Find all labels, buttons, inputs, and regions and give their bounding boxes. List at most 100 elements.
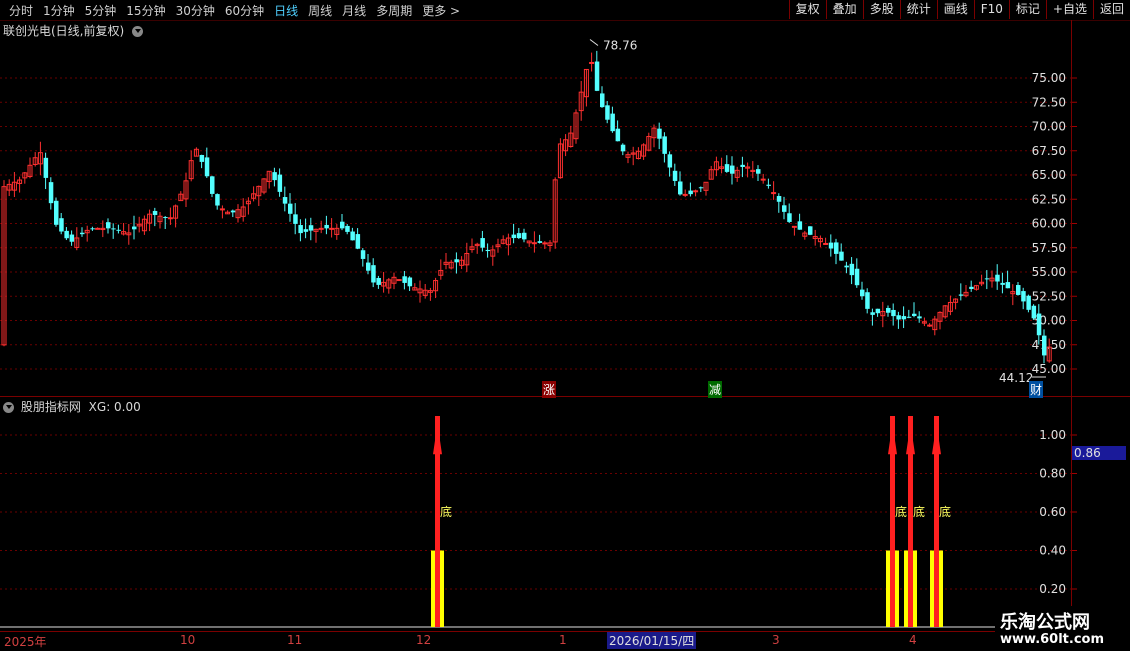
candle-down [1005, 282, 1011, 289]
candle-down [1042, 335, 1047, 356]
cai-marker[interactable]: 财 [1029, 381, 1044, 398]
candle-down [839, 251, 844, 261]
candle-down [870, 312, 875, 315]
price-axis-border [1071, 20, 1072, 632]
signal-label: 底 [440, 504, 452, 519]
cursor-date: 2026/01/15/四 [607, 632, 697, 649]
watermark-url: www.60lt.com [1000, 632, 1105, 647]
candle-down [886, 307, 891, 313]
candle-up [791, 225, 797, 228]
signal-label: 底 [913, 504, 925, 519]
price-tick-label: 45.00 [1032, 362, 1066, 376]
candle-up [589, 61, 595, 64]
candle-down [360, 250, 366, 259]
candle-down [90, 228, 95, 230]
candle-down [906, 316, 912, 318]
price-tick-label: 52.50 [1032, 289, 1066, 303]
candle-down [917, 316, 922, 319]
signal-arrow-icon [932, 423, 941, 455]
candle-down [600, 93, 605, 108]
time-axis-label: 3 [772, 633, 780, 647]
candle-down [371, 265, 376, 283]
indicator-dropdown-icon[interactable] [3, 402, 14, 413]
candle-down [522, 232, 527, 240]
candle-down [516, 233, 522, 239]
watermark-title: 乐淘公式网 [1000, 612, 1090, 633]
candle-down [678, 181, 683, 195]
candle-down [667, 154, 673, 168]
candle-down [958, 294, 964, 296]
candle-up [531, 242, 537, 245]
signal-label: 底 [895, 504, 907, 519]
candle-down [366, 262, 371, 271]
candle-down [672, 170, 678, 181]
candle-down [69, 234, 75, 242]
candle-up [318, 227, 324, 230]
jian-marker[interactable]: 减 [708, 381, 723, 398]
candle-down [787, 213, 792, 222]
time-axis-label: 10 [180, 633, 196, 647]
candle-down [891, 309, 896, 317]
time-axis-label: 12 [416, 633, 432, 647]
indicator-tick-label: 0.60 [1039, 505, 1066, 519]
candle-down [111, 228, 116, 230]
candle-down [376, 277, 381, 285]
candle-down [1016, 285, 1021, 295]
candle-down [454, 259, 459, 263]
indicator-title-row: 股朋指标网 XG: 0.00 [3, 398, 141, 415]
candle-down [293, 214, 298, 224]
candle-up [771, 192, 777, 195]
candle-down [756, 169, 761, 174]
candle-down [657, 128, 662, 139]
indicator-tick-label: 1.00 [1039, 428, 1066, 442]
candle-down [54, 200, 59, 225]
candle-down [610, 113, 615, 132]
candle-down [969, 286, 974, 290]
candle-down [605, 105, 610, 120]
high-price-label: 78.76 [603, 39, 637, 53]
candle-up [682, 193, 688, 196]
candle-down [808, 226, 813, 235]
candle-down [345, 225, 350, 232]
candle-down [730, 165, 735, 174]
price-tick-label: 57.50 [1032, 241, 1066, 255]
candle-down [1031, 305, 1037, 319]
candle-down [277, 174, 283, 192]
candle-down [875, 308, 881, 314]
candle-up [760, 178, 766, 181]
candle-up [329, 227, 335, 230]
candle-down [152, 210, 158, 215]
indicator-tick-label: 0.20 [1039, 582, 1066, 596]
candle-down [776, 196, 782, 202]
candle-down [797, 221, 803, 230]
candle-down [230, 210, 236, 213]
pane-divider[interactable] [0, 396, 1130, 397]
candle-down [350, 231, 355, 241]
candle-down [766, 184, 771, 186]
candle-down [298, 225, 303, 234]
indicator-tick-label: 0.80 [1039, 467, 1066, 481]
time-axis-label: 1 [559, 633, 567, 647]
price-tick-label: 55.00 [1032, 265, 1066, 279]
candle-down [59, 218, 64, 232]
candle-down [308, 225, 314, 231]
candle-down [594, 61, 600, 91]
candle-down [724, 164, 730, 172]
candle-up [95, 227, 101, 230]
candle-down [698, 187, 704, 189]
candle-down [782, 205, 787, 212]
price-tick-label: 50.00 [1032, 314, 1066, 328]
chart-canvas[interactable]: 75.00 72.50 70.00 67.50 65.00 62.50 60.00 57.50… [0, 0, 1130, 650]
candle-down [896, 315, 901, 320]
indicator-tick-label: 0.40 [1039, 544, 1066, 558]
time-axis-label: 2025年 [4, 635, 47, 649]
candle-down [402, 276, 407, 283]
price-tick-label: 70.00 [1032, 120, 1066, 134]
candle-down [834, 242, 839, 254]
time-axis-label: 4 [909, 633, 917, 647]
candle-down [199, 154, 205, 162]
candle-up [823, 242, 829, 245]
candle-down [132, 226, 137, 230]
price-tick-label: 65.00 [1032, 168, 1066, 182]
zhang-marker[interactable]: 涨 [542, 381, 557, 398]
